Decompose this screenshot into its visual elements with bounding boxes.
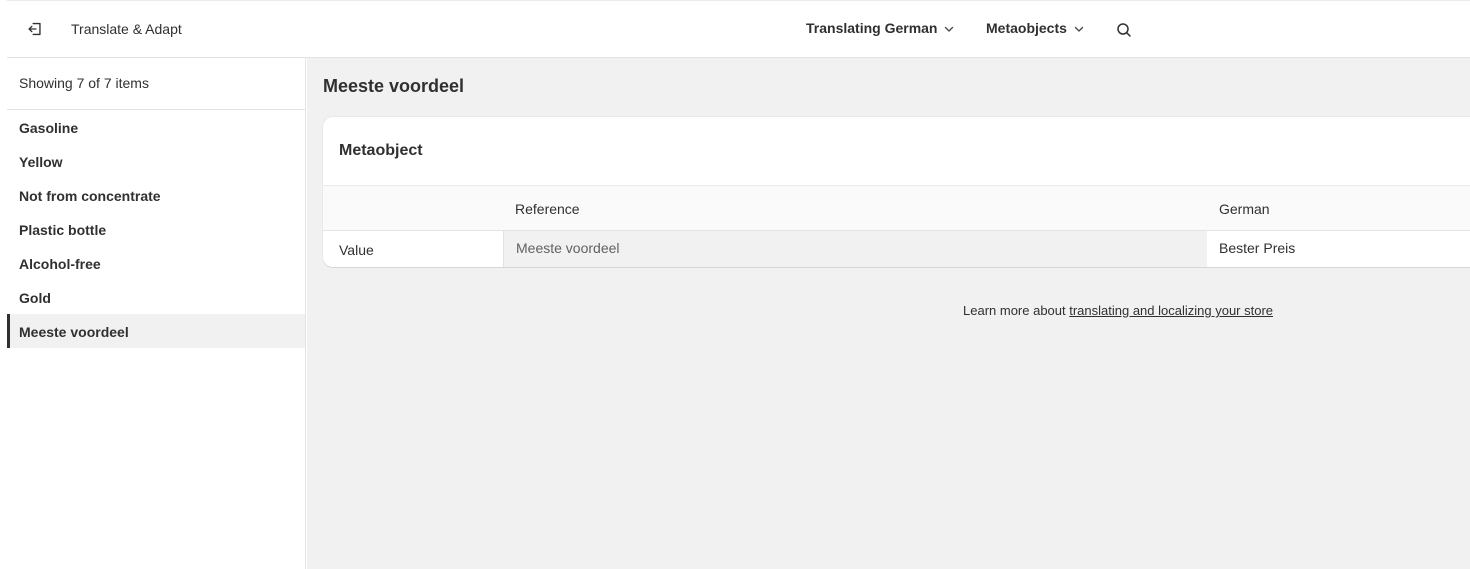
sidebar-item-yellow[interactable]: Yellow — [7, 144, 305, 178]
resource-list: Gasoline Yellow Not from concentrate Pla… — [7, 110, 305, 348]
page-title: Meeste voordeel — [323, 76, 465, 96]
sidebar: Showing 7 of 7 items Gasoline Yellow Not… — [7, 58, 306, 569]
sidebar-item-plastic-bottle[interactable]: Plastic bottle — [7, 212, 305, 246]
help-text: Learn more about translating and localiz… — [963, 303, 1273, 318]
sidebar-item-alcohol-free[interactable]: Alcohol-free — [7, 246, 305, 280]
chevron-down-icon — [1074, 26, 1084, 32]
translation-input[interactable]: Bester Preis — [1207, 231, 1470, 267]
app-title: Translate & Adapt — [71, 21, 182, 37]
table-header: Reference German — [323, 186, 1470, 231]
sidebar-item-meeste-voordeel[interactable]: Meeste voordeel — [7, 314, 305, 348]
search-icon — [1117, 23, 1131, 37]
reference-value: Meeste voordeel — [503, 231, 1207, 267]
sidebar-item-not-from-concentrate[interactable]: Not from concentrate — [7, 178, 305, 212]
search-button[interactable] — [1113, 19, 1135, 41]
card-title: Metaobject — [339, 142, 423, 159]
exit-icon — [28, 22, 41, 36]
exit-button[interactable] — [21, 15, 49, 43]
language-dropdown-label: Translating German — [806, 20, 938, 36]
column-header-reference: Reference — [515, 201, 580, 217]
table-row: Value Meeste voordeel Bester Preis — [323, 231, 1470, 267]
help-text-prefix: Learn more about — [963, 303, 1070, 318]
sidebar-item-gasoline[interactable]: Gasoline — [7, 110, 305, 144]
item-count: Showing 7 of 7 items — [7, 58, 305, 110]
main-content: Meeste voordeel Metaobject Reference Ger… — [307, 58, 1470, 569]
window-edge — [0, 0, 7, 569]
help-link[interactable]: translating and localizing your store — [1069, 303, 1273, 318]
sidebar-item-gold[interactable]: Gold — [7, 280, 305, 314]
language-dropdown[interactable]: Translating German — [806, 20, 955, 36]
top-bar: Translate & Adapt Translating German Met… — [7, 0, 1470, 58]
column-header-german: German — [1219, 201, 1270, 217]
resource-type-dropdown-label: Metaobjects — [986, 20, 1067, 36]
resource-type-dropdown[interactable]: Metaobjects — [986, 20, 1085, 36]
metaobject-card: Metaobject Reference German Value Meeste… — [323, 117, 1470, 267]
field-label: Value — [339, 242, 374, 258]
translation-table: Reference German Value Meeste voordeel B… — [323, 185, 1470, 267]
chevron-down-icon — [945, 26, 954, 32]
